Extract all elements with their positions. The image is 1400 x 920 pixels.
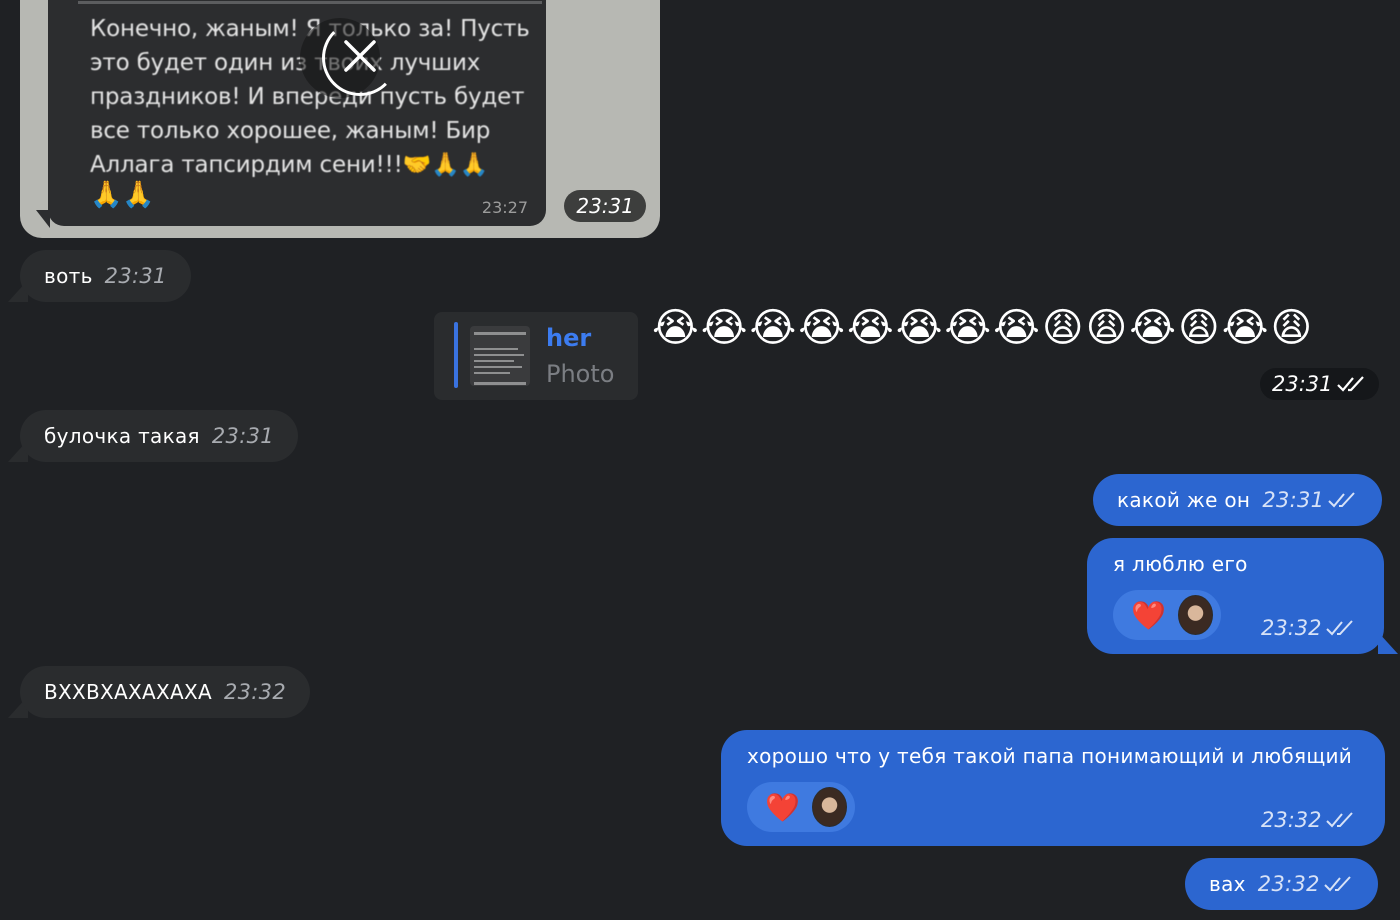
close-icon[interactable] bbox=[342, 38, 378, 74]
message-meta: 23:32 bbox=[1261, 808, 1356, 832]
photo-screenshot: Конечно, жаным! Я только за! Пусть это б… bbox=[48, 0, 546, 226]
heart-icon: ❤️ bbox=[765, 790, 800, 824]
message-text: воть bbox=[44, 264, 93, 288]
double-check-icon bbox=[1325, 620, 1353, 636]
message-time: 23:32 bbox=[223, 680, 287, 704]
outgoing-message[interactable]: хорошо что у тебя такой папа понимающий … bbox=[721, 730, 1385, 846]
reply-preview[interactable]: her Photo bbox=[434, 312, 638, 400]
outgoing-message[interactable]: я люблю его ❤️ 23:32 bbox=[1087, 538, 1384, 654]
message-time: 23:31 bbox=[1262, 488, 1325, 512]
emoji-message[interactable]: 😭😭😭😭😭😭😭😭😩😩😭😩😭😩 bbox=[652, 304, 1314, 352]
message-text: булочка такая bbox=[44, 424, 200, 448]
reply-accent-bar bbox=[454, 322, 458, 388]
message-time: 23:31 bbox=[211, 424, 274, 448]
double-check-icon bbox=[1336, 376, 1364, 392]
message-meta: 23:32 bbox=[1261, 616, 1356, 640]
outgoing-message[interactable]: вах 23:32 bbox=[1185, 858, 1378, 910]
incoming-message[interactable]: воть 23:31 bbox=[20, 250, 191, 302]
message-time: 23:32 bbox=[1257, 872, 1320, 896]
photo-time: 23:31 bbox=[564, 190, 646, 222]
message-text: какой же он bbox=[1117, 488, 1251, 512]
message-time: 23:32 bbox=[1261, 808, 1322, 832]
message-time: 23:32 bbox=[1261, 616, 1322, 640]
message-text: ВХХВХАХАХАХА bbox=[44, 680, 212, 704]
incoming-message[interactable]: ВХХВХАХАХАХА 23:32 bbox=[20, 666, 311, 718]
reply-author: her bbox=[546, 324, 592, 352]
heart-icon: ❤️ bbox=[1131, 598, 1166, 632]
message-text: вах bbox=[1209, 872, 1246, 896]
avatar bbox=[811, 787, 847, 827]
photo-top-divider bbox=[78, 0, 542, 4]
emoji-message-time: 23:31 bbox=[1260, 368, 1379, 400]
message-time: 23:31 bbox=[1272, 372, 1333, 396]
photo-emoji: 🙏🙏 bbox=[90, 180, 155, 210]
photo-message[interactable]: Конечно, жаным! Я только за! Пусть это б… bbox=[20, 0, 660, 238]
photo-inner-time: 23:27 bbox=[481, 198, 528, 217]
message-text: я люблю его bbox=[1113, 552, 1248, 576]
double-check-icon bbox=[1328, 492, 1356, 508]
double-check-icon bbox=[1325, 812, 1353, 828]
message-time: 23:31 bbox=[104, 264, 167, 288]
reply-subtitle: Photo bbox=[546, 360, 615, 388]
avatar bbox=[1177, 595, 1213, 635]
reaction-chip[interactable]: ❤️ bbox=[747, 782, 855, 832]
double-check-icon bbox=[1324, 876, 1351, 892]
reaction-chip[interactable]: ❤️ bbox=[1113, 590, 1221, 640]
message-text: хорошо что у тебя такой папа понимающий … bbox=[747, 744, 1353, 768]
photo-inner-tail bbox=[36, 210, 50, 228]
reply-thumbnail bbox=[470, 326, 530, 386]
incoming-message[interactable]: булочка такая 23:31 bbox=[20, 410, 298, 462]
outgoing-message[interactable]: какой же он 23:31 bbox=[1093, 474, 1383, 526]
